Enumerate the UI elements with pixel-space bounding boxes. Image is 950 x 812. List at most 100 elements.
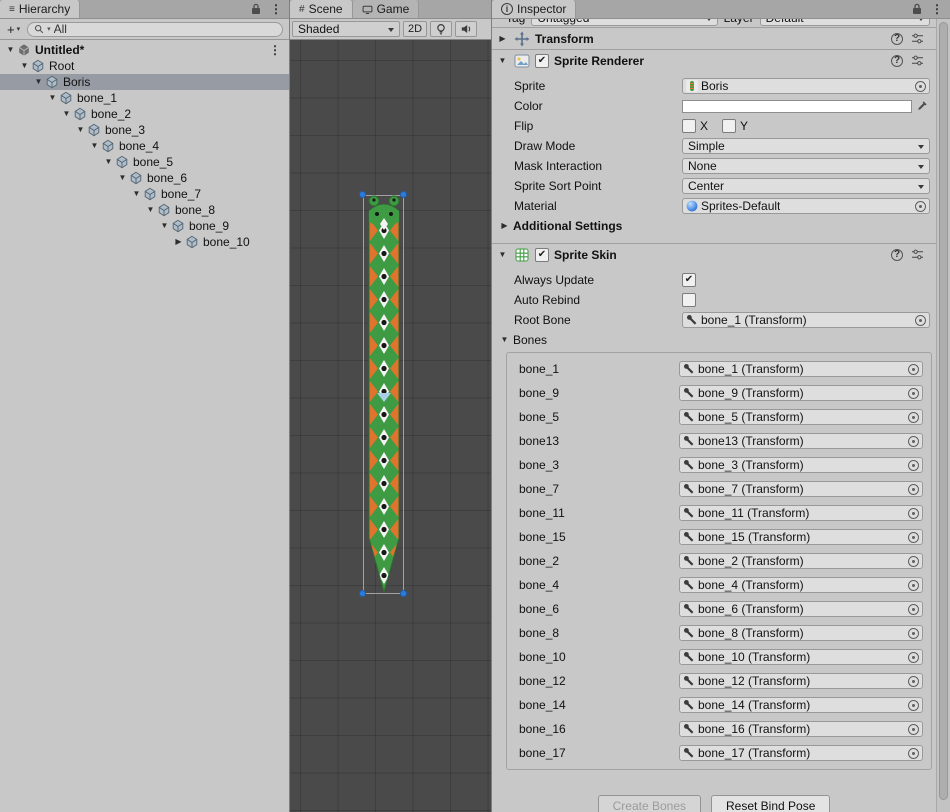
foldout-open-icon[interactable]: ▼ [88, 142, 101, 150]
presets-icon[interactable] [911, 55, 924, 66]
bone-object-field[interactable]: bone_5 (Transform) [679, 409, 923, 425]
hierarchy-item-bone_2[interactable]: ▼bone_2 [0, 106, 289, 122]
eyedropper-icon[interactable] [916, 100, 930, 112]
flip-x-checkbox[interactable] [682, 119, 696, 133]
object-picker-icon[interactable] [908, 532, 919, 543]
bone-object-field[interactable]: bone_3 (Transform) [679, 457, 923, 473]
object-picker-icon[interactable] [908, 676, 919, 687]
object-picker-icon[interactable] [908, 628, 919, 639]
search-filter-caret-icon[interactable]: ▾ [47, 25, 51, 33]
bone-object-field[interactable]: bone_2 (Transform) [679, 553, 923, 569]
sprite-skin-header[interactable]: ▼ ✔ Sprite Skin ? ⋮ [492, 243, 950, 265]
shading-mode-dropdown[interactable]: Shaded [292, 21, 400, 37]
object-picker-icon[interactable] [915, 315, 926, 326]
object-picker-icon[interactable] [908, 508, 919, 519]
transform-header[interactable]: ▶ Transform ? ⋮ [492, 27, 950, 49]
object-picker-icon[interactable] [908, 364, 919, 375]
scrollbar-thumb[interactable] [939, 22, 948, 800]
hierarchy-item-bone_4[interactable]: ▼bone_4 [0, 138, 289, 154]
object-picker-icon[interactable] [908, 460, 919, 471]
inspector-scrollbar[interactable] [936, 19, 950, 812]
foldout-open-icon[interactable]: ▼ [158, 222, 171, 230]
sprite-sort-point-dropdown[interactable]: Center [682, 178, 930, 194]
hierarchy-scene-row[interactable]: ▼Untitled*⋮ [0, 42, 289, 58]
foldout-open-icon[interactable]: ▼ [4, 46, 17, 54]
object-picker-icon[interactable] [908, 388, 919, 399]
object-picker-icon[interactable] [908, 700, 919, 711]
lighting-toggle[interactable] [430, 21, 452, 37]
bone-object-field[interactable]: bone_8 (Transform) [679, 625, 923, 641]
bone-object-field[interactable]: bone_10 (Transform) [679, 649, 923, 665]
foldout-open-icon[interactable]: ▼ [144, 206, 157, 214]
resize-handle[interactable] [359, 590, 366, 597]
bone-object-field[interactable]: bone_11 (Transform) [679, 505, 923, 521]
tab-game[interactable]: Game [353, 0, 420, 18]
foldout-closed-icon[interactable]: ▶ [496, 35, 509, 43]
hierarchy-item-Root[interactable]: ▼Root [0, 58, 289, 74]
tab-scene[interactable]: # Scene [290, 0, 353, 18]
scene-viewport[interactable] [290, 40, 491, 812]
component-enabled-checkbox[interactable]: ✔ [535, 248, 549, 262]
tag-dropdown[interactable]: Untagged [531, 19, 717, 26]
object-picker-icon[interactable] [908, 724, 919, 735]
draw-mode-dropdown[interactable]: Simple [682, 138, 930, 154]
lock-icon[interactable] [912, 3, 922, 15]
2d-toggle[interactable]: 2D [403, 21, 427, 37]
bone-object-field[interactable]: bone_12 (Transform) [679, 673, 923, 689]
help-icon[interactable]: ? [891, 249, 903, 261]
kebab-icon[interactable]: ⋮ [269, 43, 281, 57]
foldout-open-icon[interactable]: ▼ [496, 57, 509, 65]
lock-icon[interactable] [251, 3, 261, 15]
resize-handle[interactable] [359, 191, 366, 198]
object-picker-icon[interactable] [915, 201, 926, 212]
component-enabled-checkbox[interactable]: ✔ [535, 54, 549, 68]
bone-object-field[interactable]: bone_4 (Transform) [679, 577, 923, 593]
foldout-open-icon[interactable]: ▼ [60, 110, 73, 118]
hierarchy-item-bone_8[interactable]: ▼bone_8 [0, 202, 289, 218]
boris-sprite[interactable] [361, 193, 407, 597]
hierarchy-item-bone_1[interactable]: ▼bone_1 [0, 90, 289, 106]
foldout-open-icon[interactable]: ▼ [46, 94, 59, 102]
create-bones-button[interactable]: Create Bones [598, 795, 701, 812]
hierarchy-item-bone_7[interactable]: ▼bone_7 [0, 186, 289, 202]
foldout-open-icon[interactable]: ▼ [130, 190, 143, 198]
layer-dropdown[interactable]: Default [760, 19, 930, 26]
foldout-open-icon[interactable]: ▼ [18, 62, 31, 70]
object-picker-icon[interactable] [908, 484, 919, 495]
foldout-open-icon[interactable]: ▼ [102, 158, 115, 166]
foldout-open-icon[interactable]: ▼ [32, 78, 45, 86]
auto-rebind-checkbox[interactable] [682, 293, 696, 307]
audio-toggle[interactable] [455, 21, 477, 37]
flip-y-checkbox[interactable] [722, 119, 736, 133]
hierarchy-search[interactable]: ▾ [27, 22, 283, 37]
sprite-object-field[interactable]: Boris [682, 78, 930, 94]
hierarchy-item-bone_6[interactable]: ▼bone_6 [0, 170, 289, 186]
bone-object-field[interactable]: bone_7 (Transform) [679, 481, 923, 497]
bone-object-field[interactable]: bone_1 (Transform) [679, 361, 923, 377]
bone-object-field[interactable]: bone_9 (Transform) [679, 385, 923, 401]
help-icon[interactable]: ? [891, 55, 903, 67]
resize-handle[interactable] [400, 590, 407, 597]
foldout-open-icon[interactable]: ▼ [116, 174, 129, 182]
tab-hierarchy[interactable]: ≡ Hierarchy [0, 0, 80, 18]
object-picker-icon[interactable] [908, 652, 919, 663]
presets-icon[interactable] [911, 33, 924, 44]
bones-foldout[interactable]: ▼ Bones [492, 330, 950, 350]
hierarchy-item-bone_10[interactable]: ▶bone_10 [0, 234, 289, 250]
bone-object-field[interactable]: bone_16 (Transform) [679, 721, 923, 737]
hierarchy-item-bone_9[interactable]: ▼bone_9 [0, 218, 289, 234]
bone-object-field[interactable]: bone_15 (Transform) [679, 529, 923, 545]
mask-interaction-dropdown[interactable]: None [682, 158, 930, 174]
object-picker-icon[interactable] [915, 81, 926, 92]
root-bone-object-field[interactable]: bone_1 (Transform) [682, 312, 930, 328]
create-menu-button[interactable]: + ▾ [4, 22, 23, 37]
object-picker-icon[interactable] [908, 436, 919, 447]
bone-object-field[interactable]: bone_14 (Transform) [679, 697, 923, 713]
object-picker-icon[interactable] [908, 412, 919, 423]
presets-icon[interactable] [911, 249, 924, 260]
color-field[interactable] [682, 100, 912, 113]
foldout-open-icon[interactable]: ▼ [74, 126, 87, 134]
hierarchy-item-Boris[interactable]: ▼Boris [0, 74, 289, 90]
always-update-checkbox[interactable]: ✔ [682, 273, 696, 287]
foldout-closed-icon[interactable]: ▶ [172, 238, 185, 246]
